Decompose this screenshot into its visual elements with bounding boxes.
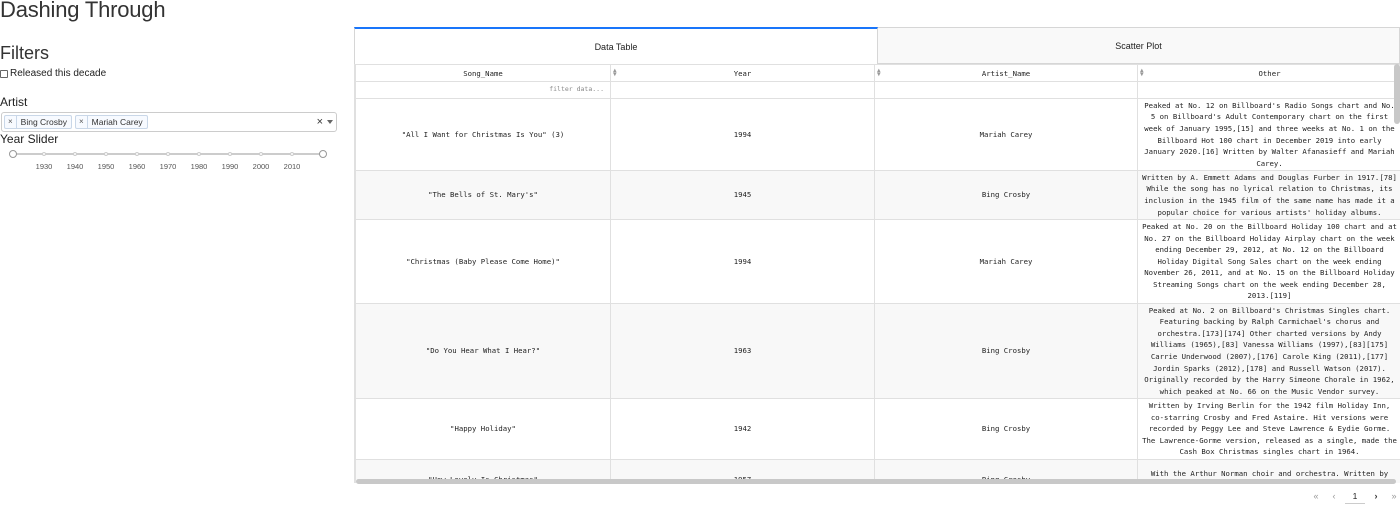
cell-other[interactable]: Peaked at No. 12 on Billboard's Radio So… [1137,98,1400,171]
cell-other[interactable]: Written by Irving Berlin for the 1942 fi… [1137,398,1400,460]
filter-cell-year[interactable] [610,81,875,99]
filter-cell-other[interactable] [1137,81,1400,99]
sort-icon[interactable]: ▲ ▼ [1140,68,1144,78]
filter-cell-artist-name[interactable] [874,81,1138,99]
cell-artist-name[interactable]: Bing Crosby [874,398,1138,460]
cell-year[interactable]: 1945 [610,170,875,220]
year-slider-label: Year Slider [0,132,59,146]
songs-table: Song_Name ▲ ▼ Year ▲ ▼ Artist_Name ▲ ▼ Other f… [355,64,1400,483]
cell-other[interactable]: Peaked at No. 20 on the Billboard Holida… [1137,219,1400,304]
slider-mark-dot[interactable] [166,152,170,156]
cell-song-name[interactable]: "The Bells of St. Mary's" [355,170,611,220]
cell-song-name[interactable]: "Do You Hear What I Hear?" [355,303,611,399]
data-table-container: Song_Name ▲ ▼ Year ▲ ▼ Artist_Name ▲ ▼ Other f… [354,64,1400,483]
app-title: Dashing Through [0,0,166,22]
slider-handle-start[interactable] [9,150,17,158]
table-row[interactable]: "Christmas (Baby Please Come Home)" 1994… [355,219,1400,304]
column-header-artist-name[interactable]: ▲ ▼ Artist_Name [874,64,1138,82]
filter-row: filter data... [355,81,1400,99]
cell-year[interactable]: 1963 [610,303,875,399]
artist-multiselect[interactable]: × Bing Crosby × Mariah Carey × [1,112,337,132]
last-page-button[interactable]: » [1385,491,1400,501]
cell-other[interactable]: Written by A. Emmett Adams and Douglas F… [1137,170,1400,220]
artist-chip-bing-crosby: × Bing Crosby [4,115,72,129]
remove-chip-icon[interactable]: × [76,116,88,128]
sort-icon[interactable]: ▲ ▼ [613,68,617,78]
current-page-input[interactable]: 1 [1345,488,1365,504]
cell-artist-name[interactable]: Mariah Carey [874,219,1138,304]
released-this-decade-label: Released this decade [10,68,107,79]
view-tabs: Data Table Scatter Plot [354,27,1400,64]
clear-all-icon[interactable]: × [317,116,323,128]
tab-scatter-plot[interactable]: Scatter Plot [878,27,1400,64]
slider-tick-label: 1940 [66,162,84,171]
cell-artist-name[interactable]: Bing Crosby [874,170,1138,220]
slider-mark-dot[interactable] [259,152,263,156]
slider-tick-label: 2000 [252,162,270,171]
slider-mark-dot[interactable] [197,152,201,156]
table-row[interactable]: "Do You Hear What I Hear?" 1963 Bing Cro… [355,303,1400,399]
cell-other[interactable]: Peaked at No. 2 on Billboard's Christmas… [1137,303,1400,399]
slider-tick-label: 1950 [97,162,115,171]
slider-tick-label: 1980 [190,162,208,171]
cell-year[interactable]: 1994 [610,219,875,304]
remove-chip-icon[interactable]: × [5,116,17,128]
chevron-down-icon[interactable] [327,120,333,124]
artist-chip-label: Bing Crosby [20,117,67,127]
vertical-scrollbar[interactable] [1394,64,1400,124]
slider-tick-label: 2010 [283,162,301,171]
cell-song-name[interactable]: "Christmas (Baby Please Come Home)" [355,219,611,304]
slider-tick-label: 1970 [159,162,177,171]
cell-year[interactable]: 1942 [610,398,875,460]
column-header-year[interactable]: ▲ ▼ Year [610,64,875,82]
slider-tick-label: 1960 [128,162,146,171]
filter-cell-song-name[interactable]: filter data... [355,81,611,99]
cell-song-name[interactable]: "Happy Holiday" [355,398,611,460]
artist-chip-mariah-carey: × Mariah Carey [74,115,148,129]
previous-page-button[interactable]: ‹ [1325,491,1343,501]
released-this-decade-checkbox[interactable]: Released this decade [0,68,106,79]
slider-mark-dot[interactable] [135,152,139,156]
artist-label: Artist [0,95,28,109]
next-page-button[interactable]: › [1367,491,1385,501]
horizontal-scrollbar[interactable] [356,479,1396,484]
cell-year[interactable]: 1994 [610,98,875,171]
artist-chip-label: Mariah Carey [91,117,143,127]
column-header-song-name[interactable]: Song_Name [355,64,611,82]
slider-mark-dot[interactable] [290,152,294,156]
cell-artist-name[interactable]: Mariah Carey [874,98,1138,171]
slider-handle-end[interactable] [319,150,327,158]
table-header-row: Song_Name ▲ ▼ Year ▲ ▼ Artist_Name ▲ ▼ Other [355,64,1400,82]
table-row[interactable]: "Happy Holiday" 1942 Bing Crosby Written… [355,398,1400,460]
slider-tick-label: 1930 [35,162,53,171]
table-row[interactable]: "The Bells of St. Mary's" 1945 Bing Cros… [355,170,1400,220]
table-pagination: « ‹ 1 › » [1307,488,1400,504]
cell-song-name[interactable]: "All I Want for Christmas Is You" (3) [355,98,611,171]
cell-artist-name[interactable]: Bing Crosby [874,303,1138,399]
sort-icon[interactable]: ▲ ▼ [877,68,881,78]
column-header-other[interactable]: ▲ ▼ Other [1137,64,1400,82]
slider-mark-dot[interactable] [42,152,46,156]
slider-mark-dot[interactable] [104,152,108,156]
table-row[interactable]: "All I Want for Christmas Is You" (3) 19… [355,98,1400,171]
year-range-slider[interactable]: 1930 1940 1950 1960 1970 1980 1990 2000 2010 [8,147,328,173]
first-page-button[interactable]: « [1307,491,1325,501]
filters-heading: Filters [0,43,49,63]
slider-mark-dot[interactable] [228,152,232,156]
filter-input-placeholder[interactable]: filter data... [359,84,607,96]
checkbox-box[interactable] [0,69,8,78]
slider-mark-dot[interactable] [73,152,77,156]
slider-tick-label: 1990 [221,162,239,171]
tab-data-table[interactable]: Data Table [354,27,878,64]
